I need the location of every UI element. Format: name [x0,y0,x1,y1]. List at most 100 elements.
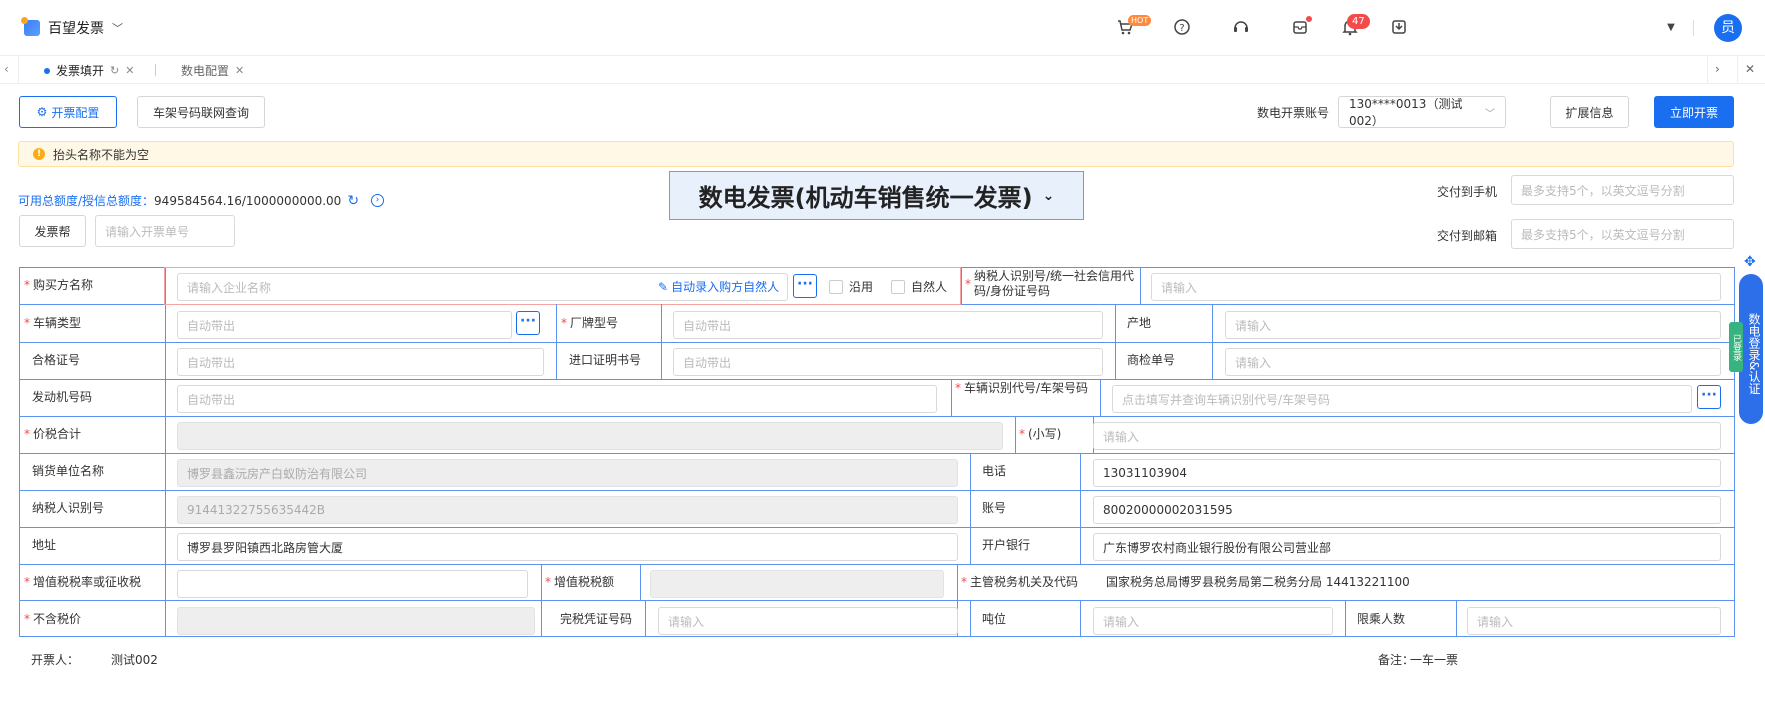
total-small-input[interactable]: 请输入 [1093,422,1721,450]
vehicle-type-more-button[interactable]: ··· [516,311,540,335]
grid-line [19,490,1735,491]
tonnage-label: 吨位 [982,612,1007,626]
grid-line [1456,600,1457,637]
tab-label: 数电配置 [181,64,230,78]
tab-invoice-issue[interactable]: 发票填开 ↻ ✕ [44,62,134,79]
vat-rate-label: * 增值税税率或征收税 [24,575,142,589]
taxid-input[interactable]: 请输入 [1151,273,1721,301]
top-bar: 百望发票 ﹀ HOT ? 47 ▼ 员 [0,0,1765,56]
extend-info-button[interactable]: 扩展信息 [1550,96,1629,128]
origin-input[interactable]: 请输入 [1225,311,1721,339]
inspection-input[interactable]: 请输入 [1225,348,1721,376]
import-cert-input[interactable]: 自动带出 [673,348,1103,376]
total-amount-input [177,422,1003,450]
account-no-input[interactable]: 80020000002031595 [1093,496,1721,524]
checkbox-box [891,279,905,294]
refresh-icon[interactable]: ↻ [347,193,359,209]
tax-cert-label: 完税凭证号码 [560,612,633,626]
vin-input[interactable]: 点击填写并查询车辆识别代号/车架号码 [1112,385,1692,413]
invoice-title: 数电发票(机动车销售统一发票) [698,184,1033,212]
select-value: 130****0013（测试002） [1349,97,1463,128]
natural-person-checkbox[interactable]: 自然人 [891,278,947,295]
inspection-label: 商检单号 [1127,353,1176,367]
quota-label: 可用总额度/授信总额度： [18,194,155,208]
address-input[interactable]: 博罗县罗阳镇西北路房管大厦 [177,533,958,561]
caret-down-icon[interactable]: ▼ [1661,18,1681,38]
tab-bar: ‹ 发票填开 ↻ ✕ 数电配置 ✕ › ✕ [0,56,1765,84]
tab-label: 发票填开 [56,64,105,78]
quota-info: 可用总额度/授信总额度： 949584564.16/1000000000.00 … [18,192,385,209]
delivery-phone-input[interactable]: 最多支持5个，以英文逗号分割 [1511,175,1734,205]
buyer-name-label: * 购买方名称 [24,278,94,292]
buyer-more-button[interactable]: ··· [793,274,817,298]
checkbox-label: 自然人 [911,280,948,294]
remark-label: 备注： [1378,653,1415,667]
chevron-left-icon[interactable]: ‹ [4,62,9,76]
bank-input[interactable]: 广东博罗农村商业银行股份有限公司营业部 [1093,533,1721,561]
issuer-label: 开票人： [31,653,80,667]
chevron-right-icon[interactable]: › [1715,62,1720,76]
refresh-icon[interactable]: ↻ [110,64,119,77]
grid-line [19,379,1735,380]
headset-icon[interactable] [1231,18,1251,38]
tonnage-input[interactable]: 请输入 [1093,607,1333,635]
delivery-email-input[interactable]: 最多支持5个，以英文逗号分割 [1511,219,1734,249]
taxid-label: * 纳税人识别号/统一社会信用代码/身份证号码 [965,269,1135,298]
divider [1693,20,1694,36]
arrow-right-circle-icon[interactable]: › [371,194,385,207]
issue-now-button[interactable]: 立即开票 [1654,96,1734,128]
brand-model-input[interactable]: 自动带出 [673,311,1103,339]
close-icon[interactable]: ✕ [125,64,134,77]
tab-digital-config[interactable]: 数电配置 ✕ [181,62,244,79]
vin-more-button[interactable]: ··· [1697,385,1721,409]
grid-line [19,342,1735,343]
account-label: 数电开票账号 [1257,106,1330,120]
invoice-helper-button[interactable]: 发票帮 [19,215,86,247]
vehicle-type-input[interactable]: 自动带出 [177,311,512,339]
passengers-input[interactable]: 请输入 [1467,607,1721,635]
invoice-config-button[interactable]: ⚙ 开票配置 [19,96,117,128]
divider [1737,56,1738,84]
close-all-icon[interactable]: ✕ [1745,62,1755,76]
vat-rate-input[interactable] [177,570,528,598]
tax-authority-value: 国家税务总局博罗县税务局第二税务分局 14413221100 [1106,575,1410,589]
issuer-value: 测试002 [111,653,158,667]
download-icon[interactable] [1389,18,1409,38]
auto-fill-natural-person-link[interactable]: ✎ 自动录入购方自然人 [658,278,779,295]
alert-text: 抬头名称不能为空 [53,147,150,162]
svg-text:?: ? [1179,23,1184,34]
invoice-type-select[interactable]: 数电发票(机动车销售统一发票) ⌄ [669,171,1084,220]
grid-line [19,564,1735,565]
close-icon[interactable]: ✕ [235,64,244,77]
invoice-number-input[interactable]: 请输入开票单号 [95,215,235,247]
vat-amount-input [650,570,944,598]
avatar[interactable]: 员 [1714,14,1742,42]
hot-badge: HOT [1128,15,1152,26]
drag-handle-icon[interactable]: ✥ [1744,254,1756,270]
grid-line [951,379,952,416]
seller-name-label: 销货单位名称 [32,464,105,478]
grid-line [19,527,1735,528]
reuse-checkbox[interactable]: 沿用 [829,278,873,295]
grid-line [640,564,641,600]
grid-line [1100,379,1101,416]
engine-no-input[interactable]: 自动带出 [177,385,937,413]
seller-taxid-input: 91441322755635442B [177,496,958,524]
vin-query-button[interactable]: 车架号码联网查询 [137,96,265,128]
grid-line [556,304,557,379]
vehicle-type-label: * 车辆类型 [24,316,82,330]
passengers-label: 限乘人数 [1357,612,1406,626]
app-logo-icon [21,17,40,36]
app-switcher[interactable]: 百望发票 ﹀ [21,17,123,38]
tax-cert-input[interactable]: 请输入 [658,607,958,635]
net-price-label: * 不含税价 [24,612,82,626]
account-select[interactable]: 130****0013（测试002） ﹀ [1338,96,1506,128]
help-icon[interactable]: ? [1172,18,1192,38]
quota-value: 949584564.16/1000000000.00 [154,193,342,208]
phone-input[interactable]: 13031103904 [1093,459,1721,487]
chevron-down-icon: ﹀ [1485,108,1495,120]
grid-line [19,600,1735,601]
cert-no-input[interactable]: 自动带出 [177,348,544,376]
grid-line [961,267,962,304]
grid-line [1080,453,1081,564]
